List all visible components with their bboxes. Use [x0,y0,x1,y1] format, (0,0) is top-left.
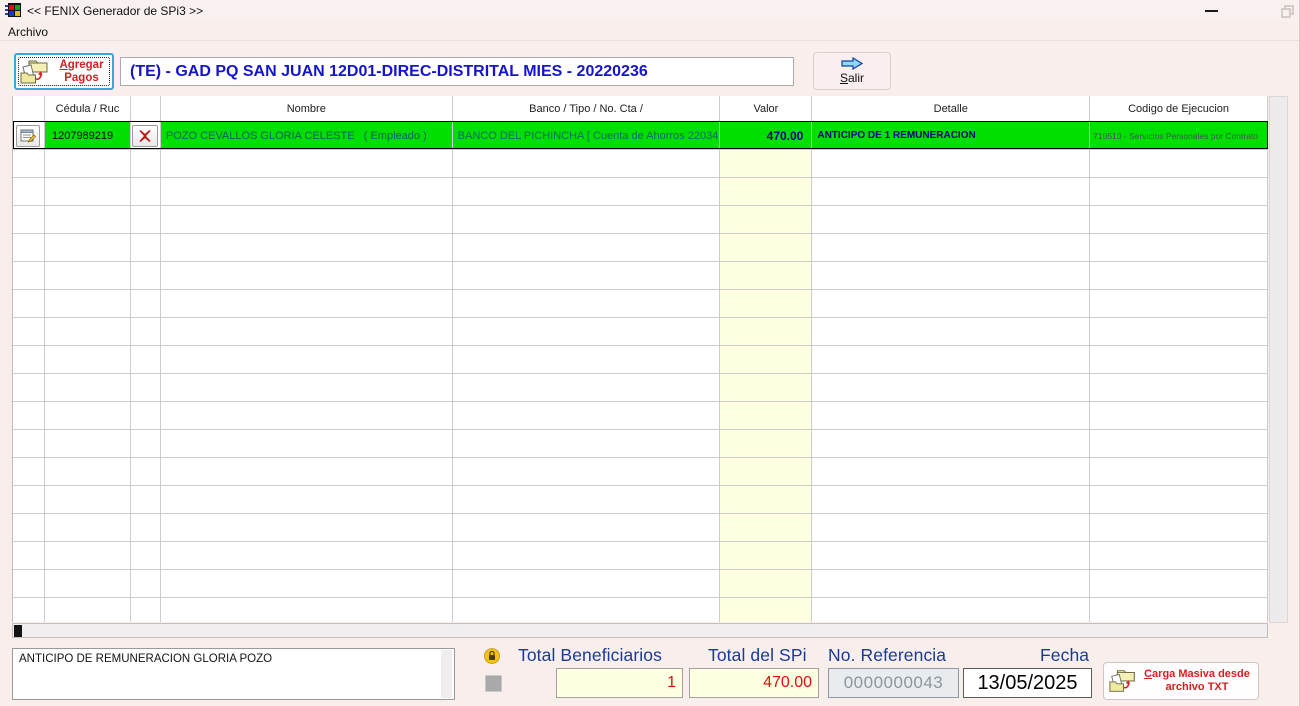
total-beneficiarios-label: Total Beneficiarios [518,645,662,666]
lock-icon[interactable] [484,648,500,664]
window-title: << FENIX Generador de SPi3 >> [27,4,203,18]
carga-masiva-button[interactable]: Carga Masiva desde archivo TXT [1103,662,1259,700]
cell-valor: 470.00 [720,122,812,149]
edit-cell [13,122,45,149]
referencia-field: 0000000043 [828,668,959,698]
col-header-edit [13,96,45,121]
app-logo-icon [5,3,21,19]
cell-cedula: 1207989219 [45,122,131,149]
fecha-field[interactable]: 13/05/2025 [963,668,1092,698]
menu-archivo[interactable]: Archivo [8,25,48,39]
vertical-scrollbar[interactable] [1269,96,1288,623]
salir-label: Salir [840,71,864,85]
col-header-codigo: Codigo de Ejecucion [1090,96,1268,121]
total-beneficiarios-field: 1 [556,668,683,698]
gray-square-indicator [485,675,502,692]
col-header-nombre: Nombre [161,96,453,121]
referencia-label: No. Referencia [828,645,946,666]
table-row [13,486,1268,514]
comment-scrollbar[interactable] [441,650,452,698]
agregar-pagos-label: Agregar Pagos [54,59,109,85]
carga-masiva-label: Carga Masiva desde archivo TXT [1140,668,1254,693]
cell-codigo: 710510 - Servicios Personales por Contra… [1090,122,1268,149]
spi-title-input[interactable] [120,57,794,86]
edit-form-icon [20,128,36,143]
horizontal-scrollbar[interactable] [12,623,1268,638]
table-row [13,262,1268,290]
table-row [13,150,1268,178]
delete-row-button[interactable] [132,125,158,147]
col-header-banco: Banco / Tipo / No. Cta / [453,96,721,121]
table-row [13,542,1268,570]
edit-row-button[interactable] [16,125,40,147]
carga-masiva-folders-icon [1108,666,1138,696]
table-row [13,206,1268,234]
cell-detalle: ANTICIPO DE 1 REMUNERACION [812,122,1090,149]
menu-bar: Archivo [0,22,1300,41]
table-row [13,598,1268,622]
table-row [13,290,1268,318]
horizontal-scrollbar-thumb[interactable] [14,625,22,637]
app-window: << FENIX Generador de SPi3 >> Archivo Ag… [0,0,1300,706]
col-header-cedula: Cédula / Ruc [45,96,131,121]
col-header-valor: Valor [720,96,812,121]
delete-x-icon [139,130,151,142]
col-header-delete [131,96,161,121]
cell-banco: BANCO DEL PICHINCHA [ Cuenta de Ahorros … [453,122,721,149]
table-row [13,514,1268,542]
add-payments-folders-icon [19,57,51,87]
payment-row-selected[interactable]: 1207989219 POZO CEVALLOS GLORIA CELESTE … [13,122,1268,150]
col-header-detalle: Detalle [812,96,1090,121]
delete-cell [131,122,161,149]
restore-button [1273,2,1300,20]
cell-nombre: POZO CEVALLOS GLORIA CELESTE ( Empleado … [161,122,453,149]
agregar-pagos-button[interactable]: Agregar Pagos [14,53,114,90]
table-header: Cédula / Ruc Nombre Banco / Tipo / No. C… [13,96,1268,122]
empty-rows [13,150,1268,622]
table-row [13,402,1268,430]
table-row [13,234,1268,262]
exit-arrow-icon [841,57,863,70]
payments-table: Cédula / Ruc Nombre Banco / Tipo / No. C… [12,96,1268,622]
total-spi-field: 470.00 [689,668,819,698]
table-row [13,346,1268,374]
comment-textarea[interactable]: ANTICIPO DE REMUNERACION GLORIA POZO [12,648,455,700]
table-row [13,570,1268,598]
fecha-label: Fecha [1040,645,1089,666]
table-row [13,374,1268,402]
table-row [13,458,1268,486]
table-row [13,318,1268,346]
table-row [13,430,1268,458]
minimize-button[interactable] [1196,2,1226,20]
salir-button[interactable]: Salir [813,52,891,90]
table-row [13,178,1268,206]
restore-icon [1281,5,1295,18]
total-spi-label: Total del SPi [708,645,807,666]
title-bar: << FENIX Generador de SPi3 >> [0,0,1300,22]
